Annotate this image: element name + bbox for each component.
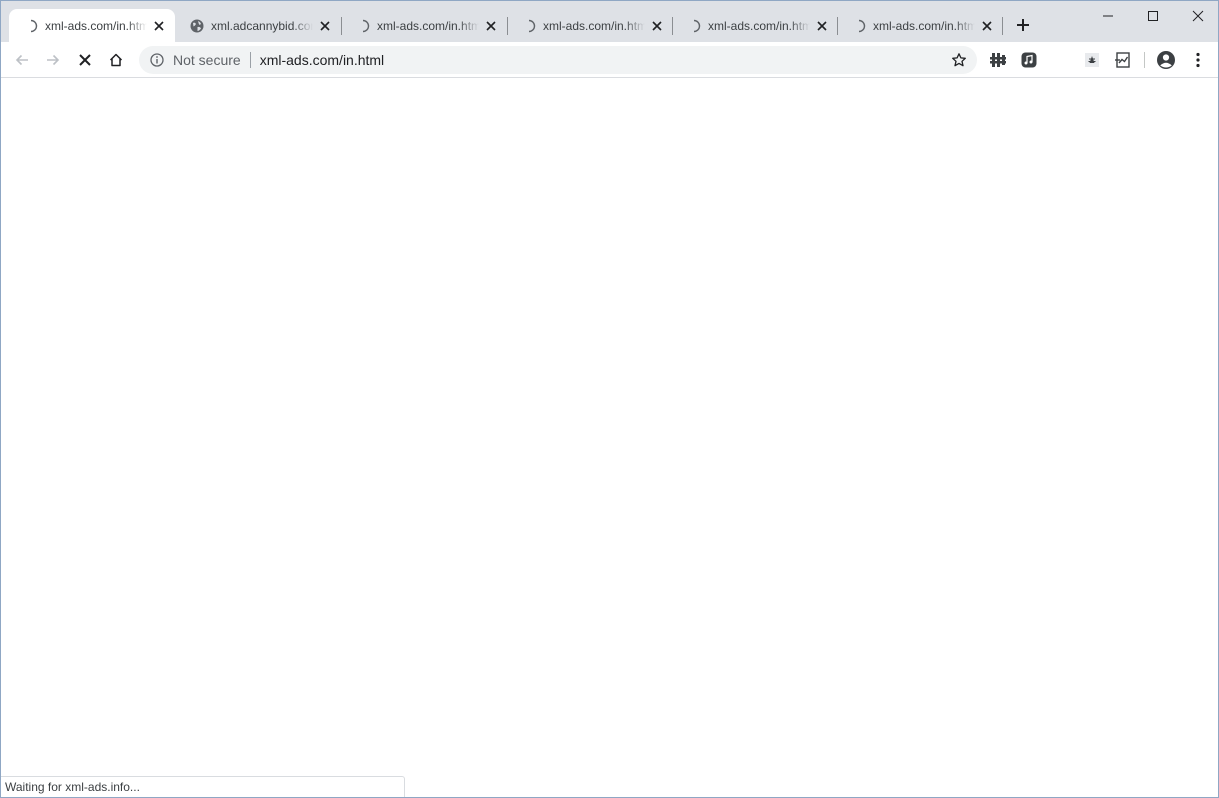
- tab-title: xml.adcannybid.com: [211, 18, 313, 33]
- browser-toolbar: Not secure xml-ads.com/in.html: [1, 42, 1218, 78]
- tab-2[interactable]: xml.adcannybid.com: [175, 9, 341, 42]
- stop-button[interactable]: [73, 48, 97, 72]
- tab-4[interactable]: xml-ads.com/in.html: [507, 9, 673, 42]
- omnibox-divider: [249, 52, 251, 68]
- close-icon[interactable]: [317, 18, 333, 34]
- loading-spinner-icon: [686, 18, 702, 34]
- close-icon[interactable]: [814, 18, 830, 34]
- tab-6[interactable]: xml-ads.com/in.html: [837, 9, 1003, 42]
- home-icon: [109, 53, 123, 67]
- status-bubble: Waiting for xml-ads.info...: [1, 776, 405, 797]
- loading-spinner-icon: [521, 18, 537, 34]
- loading-spinner-icon: [23, 18, 39, 34]
- maximize-button[interactable]: [1130, 1, 1175, 31]
- stop-loading-icon: [79, 54, 91, 66]
- security-label[interactable]: Not secure: [173, 52, 241, 68]
- minimize-button[interactable]: [1085, 1, 1130, 31]
- tab-5[interactable]: xml-ads.com/in.html: [672, 9, 838, 42]
- tab-strip: xml-ads.com/in.html xml.adcannybid.com x…: [1, 1, 1218, 42]
- profile-icon: [1157, 51, 1175, 69]
- tab-1[interactable]: xml-ads.com/in.html: [9, 9, 175, 42]
- forward-arrow-icon: [47, 54, 60, 66]
- toolbar-separator: [1144, 52, 1145, 68]
- tab-title: xml-ads.com/in.html: [873, 18, 975, 33]
- star-icon[interactable]: [949, 50, 969, 70]
- page-content: [1, 79, 1218, 797]
- home-button[interactable]: [104, 48, 128, 72]
- chart-extension-icon[interactable]: [1111, 48, 1135, 72]
- tab-separator: [1002, 17, 1003, 35]
- globe-icon: [189, 18, 205, 34]
- browser-window: xml-ads.com/in.html xml.adcannybid.com x…: [0, 0, 1219, 798]
- tab-title: xml-ads.com/in.html: [45, 18, 147, 33]
- close-icon[interactable]: [979, 18, 995, 34]
- minimize-icon: [1102, 15, 1113, 17]
- window-close-button[interactable]: [1175, 1, 1218, 31]
- tab-title: xml-ads.com/in.html: [708, 18, 810, 33]
- address-bar[interactable]: Not secure xml-ads.com/in.html: [139, 46, 977, 74]
- plus-icon: [1017, 19, 1029, 31]
- close-icon: [1192, 10, 1203, 22]
- close-icon[interactable]: [483, 18, 499, 34]
- close-icon[interactable]: [649, 18, 665, 34]
- back-button[interactable]: [10, 48, 34, 72]
- loading-spinner-icon: [355, 18, 371, 34]
- puzzle-extension-icon[interactable]: [986, 48, 1010, 72]
- bug-extension-icon[interactable]: [1080, 48, 1104, 72]
- tab-3[interactable]: xml-ads.com/in.html: [341, 9, 507, 42]
- back-arrow-icon: [15, 54, 28, 66]
- new-tab-button[interactable]: [1013, 15, 1033, 35]
- music-extension-icon[interactable]: [1017, 48, 1041, 72]
- forward-button[interactable]: [41, 48, 65, 72]
- tab-title: xml-ads.com/in.html: [543, 18, 645, 33]
- tab-title: xml-ads.com/in.html: [377, 18, 479, 33]
- maximize-icon: [1147, 11, 1158, 21]
- menu-button[interactable]: [1186, 48, 1210, 72]
- info-icon[interactable]: [148, 51, 166, 69]
- profile-button[interactable]: [1154, 48, 1178, 72]
- close-icon[interactable]: [151, 18, 167, 34]
- loading-spinner-icon: [851, 18, 867, 34]
- kebab-menu-icon: [1196, 52, 1200, 68]
- url-text[interactable]: xml-ads.com/in.html: [260, 52, 949, 68]
